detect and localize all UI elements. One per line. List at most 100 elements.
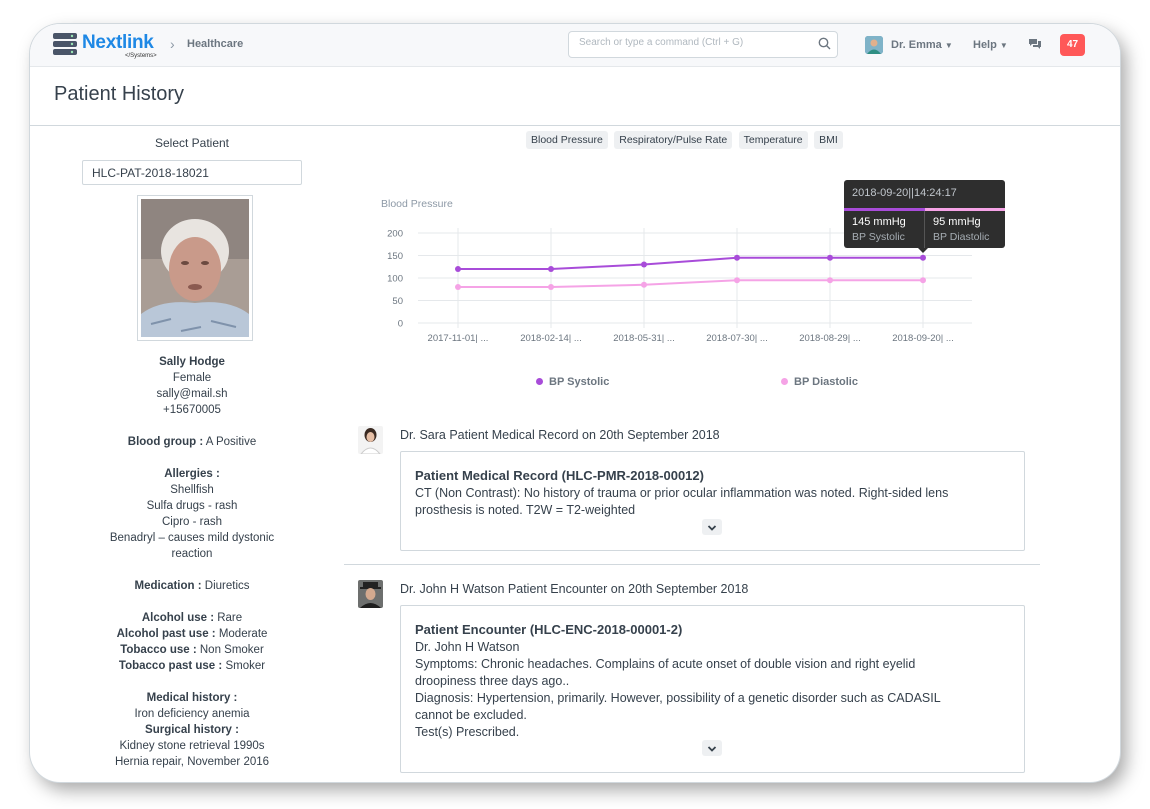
medical-history-value: Iron deficiency anemia	[134, 708, 250, 720]
alcohol-use-value: Rare	[217, 612, 243, 624]
card-title: Patient Medical Record (HLC-PMR-2018-000…	[415, 468, 704, 483]
y-tick-label: 0	[398, 319, 403, 330]
data-point	[827, 277, 833, 284]
tooltip-systolic-value: 145 mmHg	[852, 216, 906, 228]
patient-email: sally@mail.sh	[156, 388, 228, 400]
blood-group-label: Blood group :	[127, 436, 204, 448]
alcohol-use-label: Alcohol use :	[141, 612, 215, 624]
expand-button[interactable]	[702, 519, 722, 535]
x-tick-label: 2018-02-14| ...	[520, 333, 582, 344]
tooltip-diastolic-value: 95 mmHg	[933, 216, 981, 228]
surgical-history-item: Hernia repair, November 2016	[114, 756, 270, 768]
data-point	[641, 281, 647, 288]
allergy-item: Shellfish	[170, 484, 214, 496]
user-avatar[interactable]	[865, 36, 883, 54]
y-tick-label: 200	[387, 229, 403, 240]
alcohol-past-value: Moderate	[218, 628, 268, 640]
page-title: Patient History	[54, 83, 185, 105]
chat-icon[interactable]	[1028, 38, 1042, 50]
help-menu[interactable]: Help ▼	[973, 39, 1008, 51]
chart-tooltip: 2018-09-20||14:24:17 145 mmHg BP Systoli…	[844, 180, 1005, 248]
data-point	[548, 284, 554, 290]
patient-photo	[137, 195, 253, 341]
allergy-item: Sulfa drugs - rash	[146, 500, 238, 512]
patient-gender: Female	[172, 372, 212, 384]
divider	[344, 564, 1040, 565]
surgical-history-label: Surgical history :	[145, 724, 239, 736]
allergy-item: Benadryl – causes mild dystonic	[109, 532, 275, 544]
card-line: Test(s) Prescribed.	[415, 725, 520, 739]
tobacco-past-label: Tobacco past use :	[118, 660, 223, 672]
legend-dot-icon	[536, 378, 543, 385]
notification-badge[interactable]: 47	[1060, 34, 1085, 56]
logo-wordmark: Nextlink	[82, 32, 154, 53]
help-label: Help	[973, 39, 997, 51]
tooltip-systolic-label: BP Systolic	[852, 231, 905, 243]
data-point	[641, 261, 647, 268]
expand-button[interactable]	[702, 740, 722, 756]
chart-title: Blood Pressure	[381, 198, 453, 210]
chevron-down-icon	[707, 525, 717, 531]
patient-select-field[interactable]	[82, 160, 302, 185]
tooltip-title: 2018-09-20||14:24:17	[852, 187, 957, 199]
tab-blood-pressure[interactable]: Blood Pressure	[526, 131, 608, 149]
medication-value: Diuretics	[204, 580, 250, 592]
allergy-item: reaction	[171, 548, 213, 560]
legend-systolic[interactable]: BP Systolic	[536, 376, 609, 388]
breadcrumb-healthcare[interactable]: Healthcare	[187, 38, 243, 50]
data-point	[455, 284, 461, 290]
timeline-heading: Dr. John H Watson Patient Encounter on 2…	[400, 582, 749, 596]
card-line: Symptoms: Chronic headaches. Complains o…	[415, 657, 916, 671]
medical-history-label: Medical history :	[146, 692, 238, 704]
tooltip-caret	[918, 248, 928, 253]
doctor-avatar	[358, 580, 383, 608]
caret-down-icon: ▼	[944, 41, 953, 50]
data-point	[455, 266, 461, 272]
data-point	[734, 277, 740, 284]
chevron-right-icon: ›	[170, 36, 175, 52]
series-line-diastolic	[458, 279, 923, 288]
timeline-heading: Dr. Sara Patient Medical Record on 20th …	[400, 428, 720, 442]
user-menu[interactable]: Dr. Emma ▼	[891, 39, 953, 51]
allergies-label: Allergies :	[164, 468, 220, 480]
legend-dot-icon	[781, 378, 788, 385]
legend-diastolic[interactable]: BP Diastolic	[781, 376, 858, 388]
chart-tabs: Blood Pressure Respiratory/Pulse Rate Te…	[526, 130, 845, 149]
y-tick-label: 150	[387, 251, 403, 262]
tobacco-use-label: Tobacco use :	[120, 644, 197, 656]
search-icon[interactable]	[818, 37, 831, 50]
patient-encounter-card[interactable]: Patient Encounter (HLC-ENC-2018-00001-2)…	[400, 605, 1025, 773]
allergy-item: Cipro - rash	[161, 516, 223, 528]
patient-phone: +15670005	[163, 404, 221, 416]
card-line: prosthesis is noted. T2W = T2-weighted	[415, 503, 636, 517]
brand-logo[interactable]: Nextlink </Systems>	[52, 29, 164, 61]
x-tick-label: 2018-07-30| ...	[706, 333, 768, 344]
x-tick-label: 2018-08-29| ...	[799, 333, 861, 344]
data-point	[827, 254, 833, 261]
data-point	[548, 266, 554, 272]
card-line: cannot be excluded.	[415, 708, 527, 722]
tab-temperature[interactable]: Temperature	[738, 131, 808, 149]
search-input[interactable]	[577, 36, 811, 49]
x-tick-label: 2017-11-01| ...	[428, 333, 489, 344]
server-stack-icon	[53, 33, 77, 55]
legend-label: BP Systolic	[549, 376, 610, 388]
card-line: Dr. John H Watson	[415, 640, 520, 654]
logo-subtitle: </Systems>	[125, 53, 157, 59]
data-point	[920, 254, 926, 261]
x-tick-label: 2018-05-31| ...	[613, 333, 675, 344]
data-point	[920, 277, 926, 284]
tobacco-use-value: Non Smoker	[199, 644, 264, 656]
y-tick-label: 100	[387, 274, 403, 285]
data-point	[734, 254, 740, 261]
series-line-systolic	[458, 256, 923, 270]
navbar: Nextlink </Systems> › Healthcare Dr. Emm…	[30, 24, 1120, 67]
tab-respiratory-pulse[interactable]: Respiratory/Pulse Rate	[614, 131, 733, 149]
doctor-avatar	[358, 426, 383, 454]
patient-info: Sally Hodge Female sally@mail.sh +156700…	[82, 354, 302, 770]
tab-bmi[interactable]: BMI	[814, 131, 843, 149]
medical-record-card[interactable]: Patient Medical Record (HLC-PMR-2018-000…	[400, 451, 1025, 551]
tobacco-past-value: Smoker	[225, 660, 266, 672]
blood-group-value: A Positive	[205, 436, 257, 448]
awesomebar	[568, 31, 838, 58]
